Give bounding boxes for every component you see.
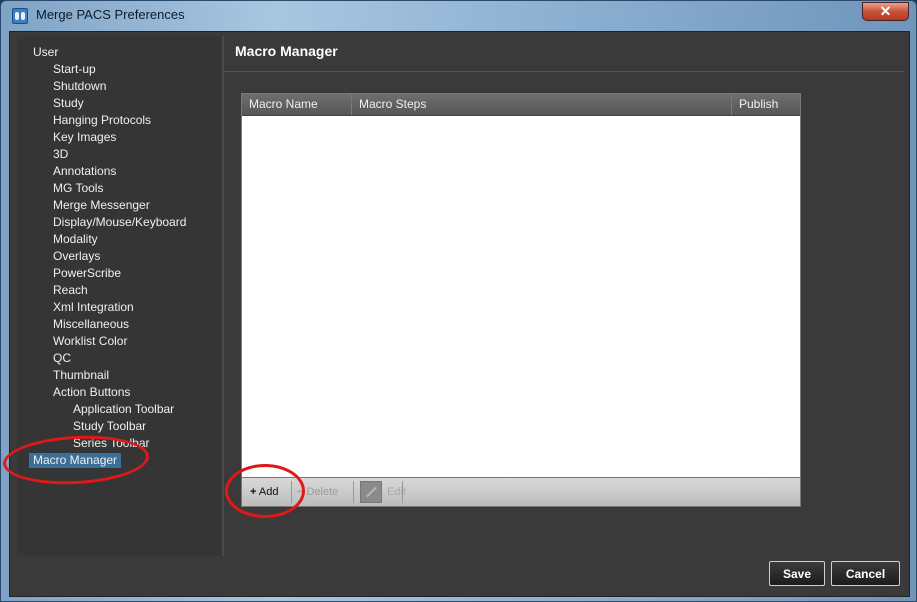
nav-item-3d[interactable]: 3D	[53, 147, 68, 162]
nav-item-mg-tools[interactable]: MG Tools	[53, 181, 103, 196]
macro-table-body[interactable]	[242, 116, 800, 477]
nav-item-merge-messenger[interactable]: Merge Messenger	[53, 198, 150, 213]
nav-item-key-images[interactable]: Key Images	[53, 130, 116, 145]
title-bar[interactable]: Merge PACS Preferences ✕	[1, 1, 916, 29]
nav-item-start-up[interactable]: Start-up	[53, 62, 96, 77]
nav-item-study[interactable]: Study	[53, 96, 84, 111]
column-header-macro-name[interactable]: Macro Name	[242, 94, 352, 115]
header-divider	[224, 71, 904, 72]
nav-item-powerscribe[interactable]: PowerScribe	[53, 266, 121, 281]
nav-item-study-toolbar[interactable]: Study Toolbar	[73, 419, 146, 434]
nav-item-shutdown[interactable]: Shutdown	[53, 79, 106, 94]
nav-item-xml-integration[interactable]: Xml Integration	[53, 300, 134, 315]
nav-item-application-toolbar[interactable]: Application Toolbar	[73, 402, 174, 417]
macro-table-header: Macro Name Macro Steps Publish	[242, 94, 800, 116]
preferences-window: Merge PACS Preferences ✕ User Start-up Shu…	[0, 0, 917, 602]
nav-item-overlays[interactable]: Overlays	[53, 249, 100, 264]
nav-item-action-buttons[interactable]: Action Buttons	[53, 385, 130, 400]
merge-pacs-app-icon	[12, 8, 28, 24]
macro-toolbar: + Add − Delete Edit	[241, 478, 801, 507]
nav-item-hanging-protocols[interactable]: Hanging Protocols	[53, 113, 151, 128]
nav-item-worklist-color[interactable]: Worklist Color	[53, 334, 127, 349]
nav-item-modality[interactable]: Modality	[53, 232, 98, 247]
cancel-button[interactable]: Cancel	[831, 561, 900, 586]
nav-item-thumbnail[interactable]: Thumbnail	[53, 368, 109, 383]
close-button[interactable]: ✕	[862, 2, 909, 21]
nav-item-qc[interactable]: QC	[53, 351, 71, 366]
toolbar-separator	[402, 481, 403, 503]
panel-title: Macro Manager	[235, 43, 338, 59]
annotation-ring-add-button	[225, 464, 305, 518]
column-header-publish[interactable]: Publish	[732, 94, 800, 115]
delete-button-label: Delete	[306, 486, 339, 498]
nav-item-user[interactable]: User	[33, 45, 58, 60]
save-button[interactable]: Save	[769, 561, 825, 586]
dialog-client-area: User Start-up Shutdown Study Hanging Protoco…	[9, 31, 910, 597]
column-header-macro-steps[interactable]: Macro Steps	[352, 94, 732, 115]
nav-item-annotations[interactable]: Annotations	[53, 164, 116, 179]
macro-table: Macro Name Macro Steps Publish	[241, 93, 801, 478]
nav-item-reach[interactable]: Reach	[53, 283, 88, 298]
close-icon: ✕	[879, 3, 892, 19]
edit-button-label: Edit	[387, 486, 406, 498]
nav-item-display-mouse-keyboard[interactable]: Display/Mouse/Keyboard	[53, 215, 186, 230]
nav-item-miscellaneous[interactable]: Miscellaneous	[53, 317, 129, 332]
splitter[interactable]	[222, 36, 224, 556]
pencil-icon	[360, 481, 382, 503]
toolbar-separator	[353, 481, 354, 503]
window-title: Merge PACS Preferences	[36, 7, 185, 22]
